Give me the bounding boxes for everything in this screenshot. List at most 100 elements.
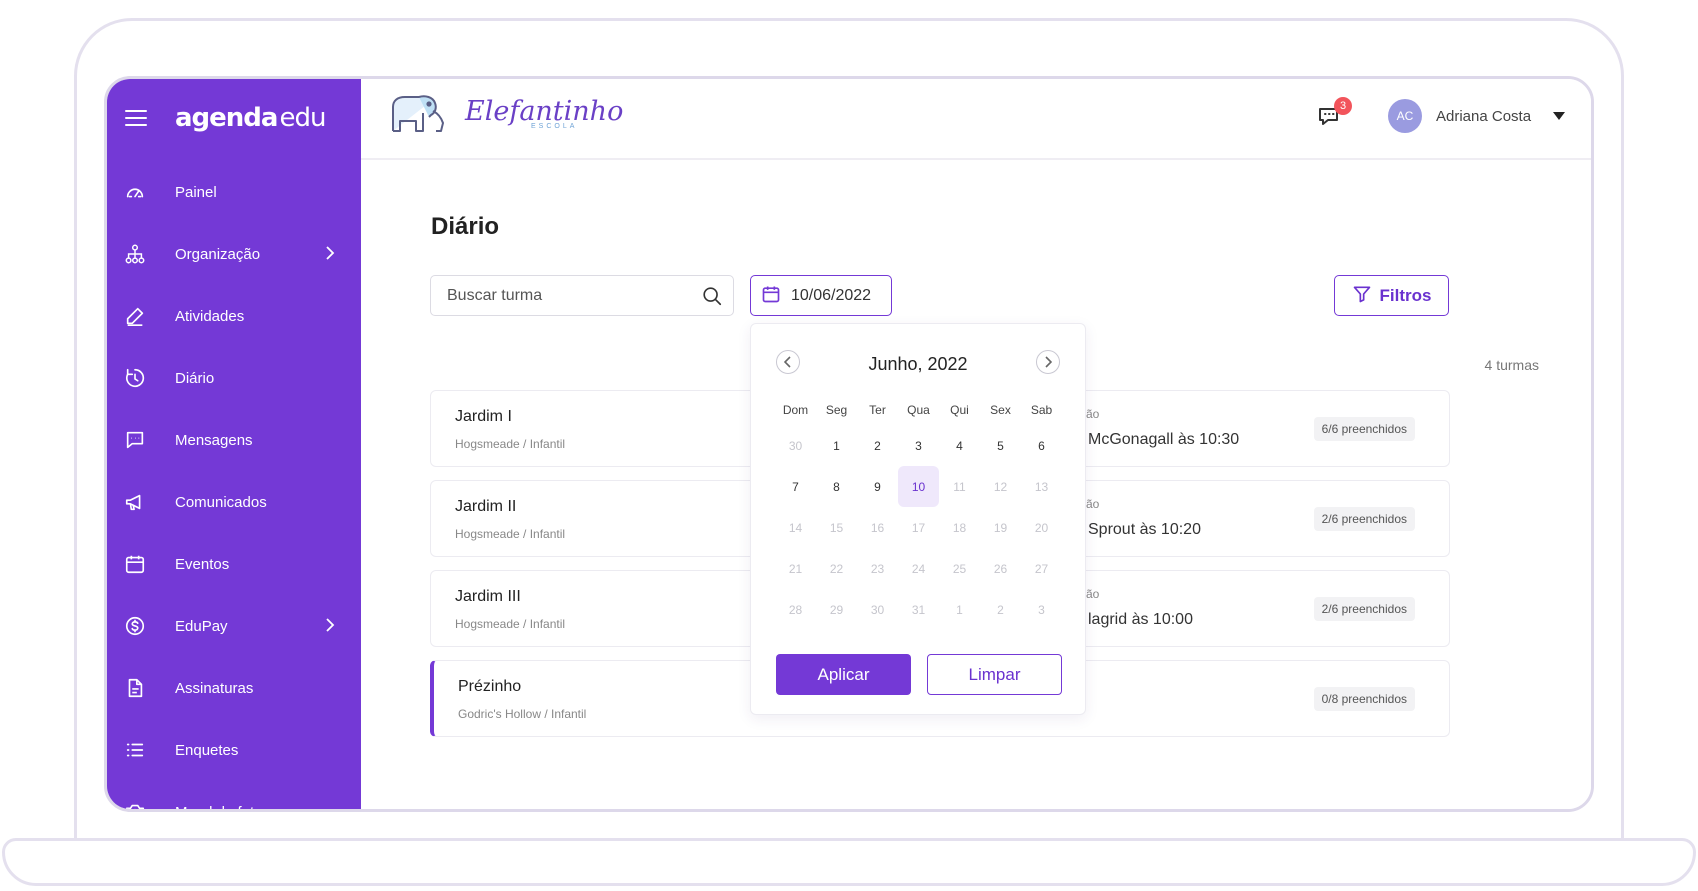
apply-button[interactable]: Aplicar: [776, 654, 911, 695]
sidebar-item-eventos[interactable]: Eventos: [107, 533, 361, 595]
filters-label: Filtros: [1379, 285, 1432, 305]
weekday-label: Sex: [990, 403, 1011, 417]
caret-down-icon: [1553, 112, 1566, 120]
class-info-label: ão: [1086, 497, 1100, 511]
sidebar-item-assinaturas[interactable]: Assinaturas: [107, 657, 361, 719]
weekday-label: Qui: [950, 403, 969, 417]
dollar-icon: [123, 614, 147, 638]
calendar-day[interactable]: 17: [898, 507, 939, 548]
calendar-day[interactable]: 23: [857, 548, 898, 589]
school-name: Elefantinho: [465, 95, 624, 127]
calendar-day[interactable]: 2: [980, 589, 1021, 630]
next-month-button[interactable]: [1036, 350, 1060, 374]
app-screen: agendaedu Painel Organização Atividades …: [104, 76, 1594, 812]
calendar-day[interactable]: 28: [775, 589, 816, 630]
laptop-base: [2, 838, 1696, 886]
class-teacher-time: lagrid às 10:00: [1088, 611, 1193, 628]
class-name: Jardim III: [455, 588, 521, 605]
weekday-label: Seg: [825, 403, 848, 417]
search-field: [430, 275, 734, 316]
search-icon[interactable]: [701, 285, 723, 311]
messages-button[interactable]: 3: [1316, 97, 1352, 133]
sidebar-item-mensagens[interactable]: Mensagens: [107, 409, 361, 471]
weekday-label: Sab: [1030, 403, 1053, 417]
sidebar-item-comunicados[interactable]: Comunicados: [107, 471, 361, 533]
calendar-day[interactable]: 5: [980, 425, 1021, 466]
school-subtitle: ESCOLA: [531, 123, 578, 130]
sidebar-item-label: Eventos: [175, 555, 230, 573]
sidebar-item-label: Organização: [175, 245, 261, 263]
menu-icon[interactable]: [125, 110, 147, 126]
calendar-day[interactable]: 22: [816, 548, 857, 589]
class-count: 4 turmas: [1484, 357, 1539, 373]
filters-button[interactable]: Filtros: [1334, 275, 1449, 316]
status-badge: 2/6 preenchidos: [1313, 597, 1415, 621]
calendar-day[interactable]: 12: [980, 466, 1021, 507]
calendar-day[interactable]: 24: [898, 548, 939, 589]
chevron-right-icon: [325, 617, 335, 637]
calendar-icon: [761, 284, 781, 308]
class-teacher-time: Sprout às 10:20: [1088, 521, 1201, 538]
calendar-day[interactable]: 25: [939, 548, 980, 589]
date-picker-button[interactable]: 10/06/2022: [750, 275, 892, 316]
calendar-day[interactable]: 16: [857, 507, 898, 548]
status-badge: 2/6 preenchidos: [1313, 507, 1415, 531]
sidebar-item-label: Assinaturas: [175, 679, 254, 697]
sidebar-item-organizacao[interactable]: Organização: [107, 223, 361, 285]
calendar-day[interactable]: 3: [898, 425, 939, 466]
calendar-day[interactable]: 15: [816, 507, 857, 548]
selected-date: 10/06/2022: [791, 286, 872, 304]
clear-button[interactable]: Limpar: [927, 654, 1062, 695]
calendar-day[interactable]: 8: [816, 466, 857, 507]
sidebar-item-label: Enquetes: [175, 741, 239, 759]
class-name: Jardim I: [455, 408, 512, 425]
class-info-label: ão: [1086, 587, 1100, 601]
sidebar-item-painel[interactable]: Painel: [107, 161, 361, 223]
calendar-day[interactable]: 30: [775, 425, 816, 466]
gauge-icon: [123, 180, 147, 204]
status-badge: 6/6 preenchidos: [1313, 417, 1415, 441]
main-content: Elefantinho ESCOLA 3 AC Adriana Costa Di…: [361, 79, 1591, 809]
sidebar-item-enquetes[interactable]: Enquetes: [107, 719, 361, 781]
list-icon: [123, 738, 147, 762]
calendar-days: 30 1 2 3 4 5 6 7 8 9 10 11 12 13 14 15 16 17 18 19 20 21 22 23 2…: [775, 425, 1062, 630]
calendar-day[interactable]: 19: [980, 507, 1021, 548]
calendar-day[interactable]: 27: [1021, 548, 1062, 589]
page-title: Diário: [431, 213, 500, 240]
search-input[interactable]: [447, 286, 697, 305]
chevron-right-icon: [1044, 353, 1053, 372]
calendar-day[interactable]: 29: [816, 589, 857, 630]
calendar-day[interactable]: 31: [898, 589, 939, 630]
calendar-day[interactable]: 14: [775, 507, 816, 548]
sidebar-item-mural-de-fotos[interactable]: Mural de fotos: [107, 781, 361, 809]
calendar-day[interactable]: 6: [1021, 425, 1062, 466]
calendar-day[interactable]: 2: [857, 425, 898, 466]
calendar-day[interactable]: 9: [857, 466, 898, 507]
user-name: Adriana Costa: [1436, 107, 1532, 125]
calendar-day[interactable]: 21: [775, 548, 816, 589]
calendar-day[interactable]: 20: [1021, 507, 1062, 548]
calendar-day[interactable]: 1: [939, 589, 980, 630]
chat-icon: [123, 428, 147, 452]
weekday-label: Qua: [907, 403, 930, 417]
sidebar-item-label: Comunicados: [175, 493, 267, 511]
document-icon: [123, 676, 147, 700]
calendar-day[interactable]: 1: [816, 425, 857, 466]
calendar-day[interactable]: 7: [775, 466, 816, 507]
sidebar-item-label: Mensagens: [175, 431, 253, 449]
calendar-day[interactable]: 26: [980, 548, 1021, 589]
calendar-day[interactable]: 30: [857, 589, 898, 630]
sidebar-item-edupay[interactable]: EduPay: [107, 595, 361, 657]
calendar-day[interactable]: 3: [1021, 589, 1062, 630]
calendar-day[interactable]: 18: [939, 507, 980, 548]
calendar-day[interactable]: 11: [939, 466, 980, 507]
user-menu[interactable]: AC Adriana Costa: [1388, 99, 1566, 133]
sidebar-item-atividades[interactable]: Atividades: [107, 285, 361, 347]
calendar-day-selected[interactable]: 10: [898, 466, 939, 507]
sidebar-item-label: Atividades: [175, 307, 245, 325]
notification-badge: 3: [1334, 97, 1352, 115]
calendar-day[interactable]: 4: [939, 425, 980, 466]
sidebar-item-diario[interactable]: Diário: [107, 347, 361, 409]
calendar-day[interactable]: 13: [1021, 466, 1062, 507]
class-name: Prézinho: [458, 678, 522, 695]
